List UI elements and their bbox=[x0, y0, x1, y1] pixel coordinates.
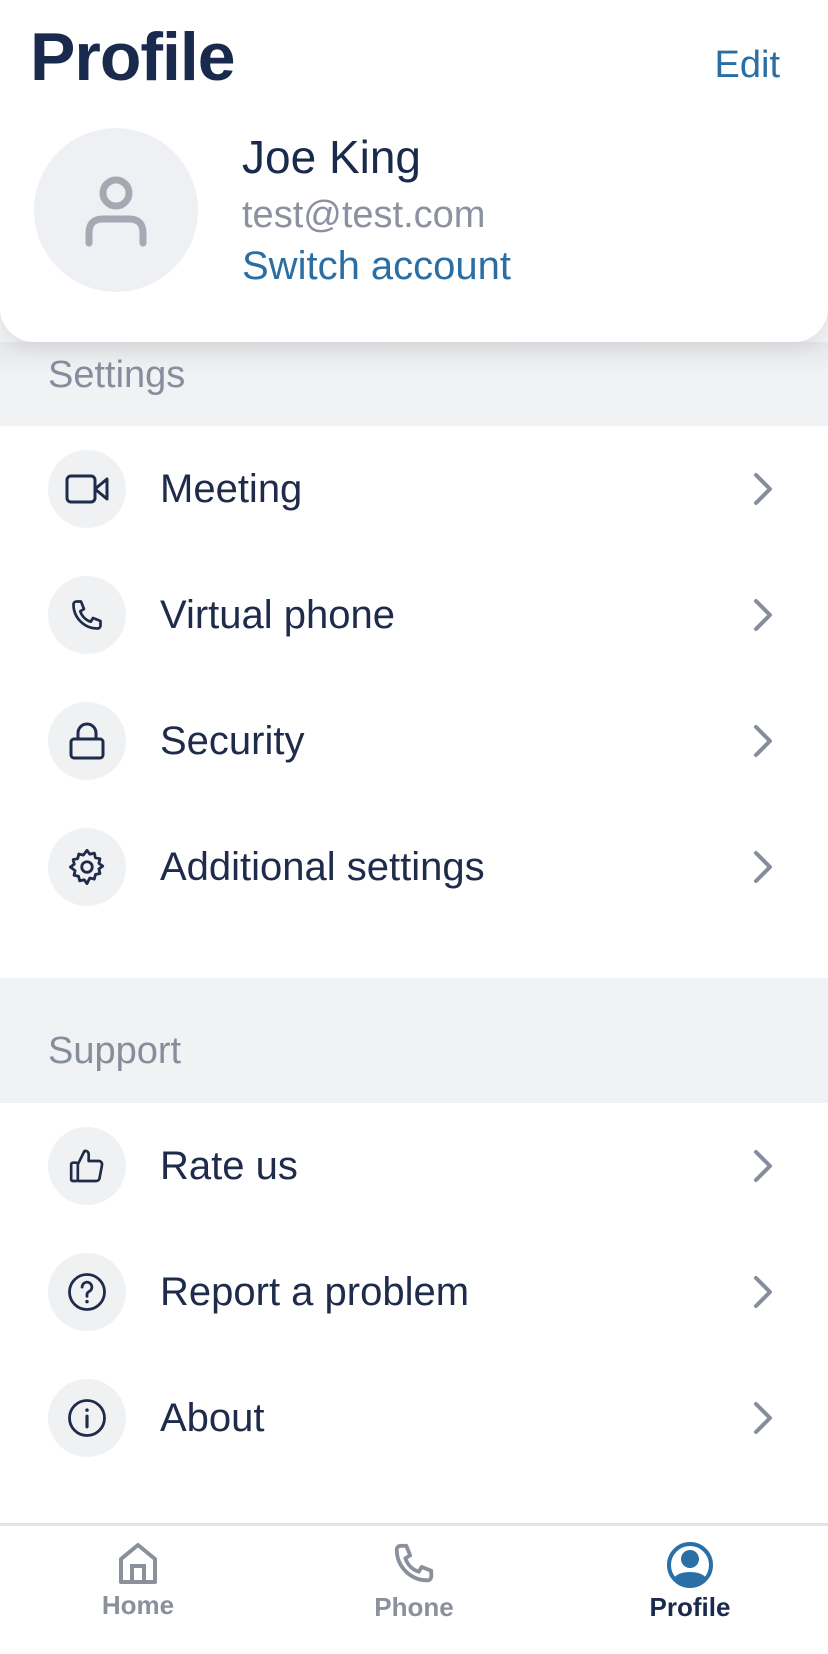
chevron-right-icon bbox=[748, 469, 778, 509]
lock-icon bbox=[69, 722, 105, 760]
support-item-about[interactable]: About bbox=[0, 1355, 828, 1481]
icon-circle bbox=[48, 1127, 126, 1205]
chevron-right-icon bbox=[748, 1398, 778, 1438]
settings-list: Meeting Virtual phone Security Additiona… bbox=[0, 426, 828, 978]
user-email: test@test.com bbox=[242, 194, 486, 236]
chevron-right-icon bbox=[748, 595, 778, 635]
item-label: Rate us bbox=[160, 1143, 298, 1188]
settings-item-additional-settings[interactable]: Additional settings bbox=[0, 804, 828, 930]
info-circle-icon bbox=[68, 1399, 106, 1437]
item-label: Report a problem bbox=[160, 1269, 470, 1314]
question-circle-icon bbox=[68, 1273, 106, 1311]
phone-icon bbox=[394, 1543, 434, 1583]
gear-icon bbox=[68, 848, 105, 886]
item-label: Meeting bbox=[160, 466, 303, 511]
profile-header-card: Profile Edit Joe King test@test.com Swit… bbox=[0, 0, 828, 342]
thumbs-up-icon bbox=[69, 1149, 104, 1183]
icon-circle bbox=[48, 576, 126, 654]
edit-button[interactable]: Edit bbox=[715, 44, 780, 87]
settings-section-header: Settings bbox=[0, 342, 828, 426]
nav-tab-home[interactable]: Home bbox=[0, 1526, 276, 1654]
bottom-nav: Home Phone Profile bbox=[0, 1523, 828, 1654]
item-label: Security bbox=[160, 718, 305, 763]
support-section-header: Support bbox=[0, 978, 828, 1103]
nav-label: Home bbox=[101, 1590, 175, 1620]
icon-circle bbox=[48, 702, 126, 780]
user-outline-icon bbox=[85, 176, 147, 247]
chevron-right-icon bbox=[748, 847, 778, 887]
support-section-label: Support bbox=[48, 1030, 182, 1072]
chevron-right-icon bbox=[748, 1146, 778, 1186]
profile-icon bbox=[667, 1542, 713, 1588]
settings-section-label: Settings bbox=[48, 354, 186, 396]
icon-circle bbox=[48, 1253, 126, 1331]
item-label: Virtual phone bbox=[160, 592, 395, 637]
phone-icon bbox=[72, 600, 102, 630]
nav-tab-phone[interactable]: Phone bbox=[276, 1526, 552, 1654]
page-title: Profile bbox=[30, 19, 236, 95]
switch-account-link[interactable]: Switch account bbox=[242, 244, 511, 289]
item-label: About bbox=[160, 1395, 265, 1440]
icon-circle bbox=[48, 828, 126, 906]
settings-item-meeting[interactable]: Meeting bbox=[0, 426, 828, 552]
icon-circle bbox=[48, 450, 126, 528]
avatar[interactable] bbox=[34, 128, 198, 292]
home-icon bbox=[119, 1543, 157, 1584]
profile-screen: Profile Edit Joe King test@test.com Swit… bbox=[0, 0, 828, 1654]
nav-label: Phone bbox=[374, 1592, 454, 1622]
settings-item-virtual-phone[interactable]: Virtual phone bbox=[0, 552, 828, 678]
support-item-rate-us[interactable]: Rate us bbox=[0, 1103, 828, 1229]
chevron-right-icon bbox=[748, 1272, 778, 1312]
support-item-report-problem[interactable]: Report a problem bbox=[0, 1229, 828, 1355]
nav-tab-profile[interactable]: Profile bbox=[552, 1526, 828, 1654]
video-camera-icon bbox=[65, 474, 109, 504]
icon-circle bbox=[48, 1379, 126, 1457]
support-list: Rate us Report a problem About bbox=[0, 1103, 828, 1525]
user-name: Joe King bbox=[242, 131, 422, 183]
settings-item-security[interactable]: Security bbox=[0, 678, 828, 804]
chevron-right-icon bbox=[748, 721, 778, 761]
nav-label: Profile bbox=[649, 1592, 731, 1622]
item-label: Additional settings bbox=[160, 844, 485, 889]
